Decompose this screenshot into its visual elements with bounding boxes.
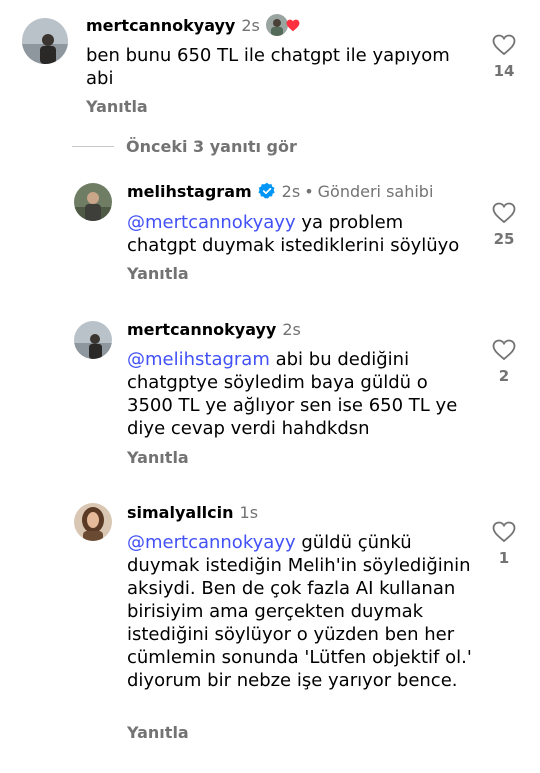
username[interactable]: melihstagram	[127, 182, 252, 201]
username[interactable]: mertcannokyayy	[127, 320, 276, 339]
username[interactable]: mertcannokyayy	[86, 16, 235, 35]
like-button[interactable]	[492, 339, 516, 361]
timestamp: 2s	[282, 320, 301, 339]
comment-header: mertcannokyayy 2s	[127, 320, 301, 340]
like-count: 25	[493, 230, 515, 248]
heart-outline-icon	[492, 202, 516, 224]
like-count: 2	[498, 367, 510, 385]
separator-dot: •	[304, 182, 314, 201]
username[interactable]: simalyallcin	[127, 503, 234, 522]
comment-text: @mertcannokyayy güldü çünkü duymak isted…	[127, 532, 472, 691]
comment-text: @mertcannokyayy ya problem chatgpt duyma…	[127, 212, 460, 256]
timestamp: 1s	[239, 503, 259, 522]
divider-line	[72, 145, 114, 147]
heart-outline-icon	[492, 521, 516, 543]
verified-badge-icon	[258, 182, 275, 199]
mention-link[interactable]: @mertcannokyayy	[127, 532, 296, 553]
comment-text: ben bunu 650 TL ile chatgpt ile yapıyom …	[86, 45, 450, 89]
reply-button[interactable]: Yanıtla	[127, 264, 189, 284]
like-button[interactable]	[492, 34, 516, 56]
like-count: 14	[493, 62, 515, 80]
avatar[interactable]	[22, 18, 68, 64]
view-previous-replies[interactable]: Önceki 3 yanıtı gör	[72, 136, 297, 156]
comment-header: mertcannokyayy 2s	[86, 14, 300, 36]
reply-button[interactable]: Yanıtla	[127, 723, 189, 743]
owner-label: Gönderi sahibi	[317, 182, 434, 201]
author-avatar-mini	[265, 14, 288, 36]
like-count: 1	[498, 549, 510, 567]
heart-outline-icon	[492, 339, 516, 361]
comment-text: @melihstagram abi bu dediğini chatgptye …	[127, 349, 458, 439]
view-previous-replies-label: Önceki 3 yanıtı gör	[126, 136, 297, 156]
reply-button[interactable]: Yanıtla	[86, 97, 148, 117]
avatar[interactable]	[74, 321, 112, 359]
like-button[interactable]	[492, 202, 516, 224]
mention-link[interactable]: @mertcannokyayy	[127, 212, 296, 233]
like-button[interactable]	[492, 521, 516, 543]
comment-header: simalyallcin 1s	[127, 503, 258, 523]
heart-outline-icon	[492, 34, 516, 56]
avatar[interactable]	[74, 503, 112, 541]
mention-link[interactable]: @melihstagram	[127, 349, 270, 370]
avatar[interactable]	[74, 183, 112, 221]
author-liked-heart-icon	[286, 19, 300, 32]
reply-button[interactable]: Yanıtla	[127, 448, 189, 468]
comment-header: melihstagram 2s • Gönderi sahibi	[127, 182, 433, 202]
timestamp: 2s	[241, 16, 260, 35]
timestamp: 2s	[281, 182, 301, 201]
